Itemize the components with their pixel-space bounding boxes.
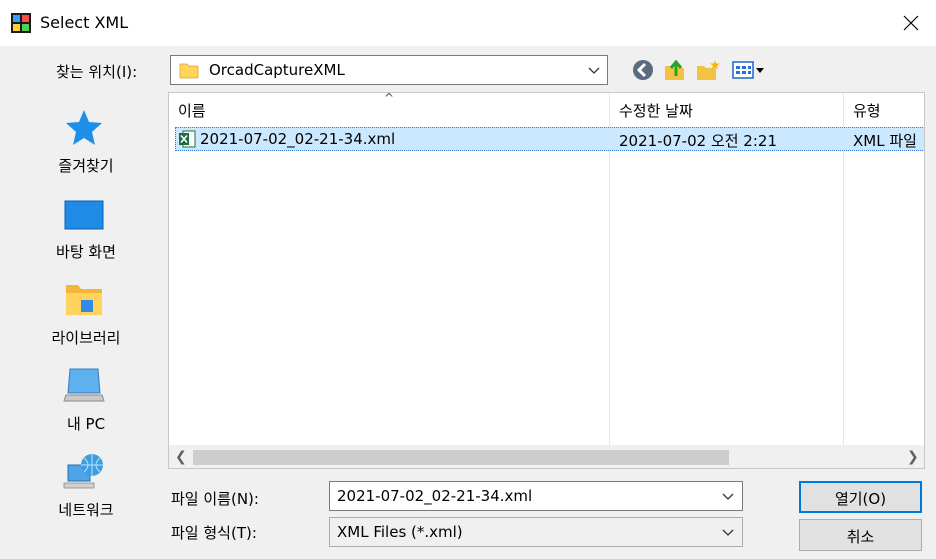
place-label: 내 PC <box>66 415 106 433</box>
view-menu-icon[interactable] <box>731 56 767 84</box>
scroll-right-icon[interactable]: ❯ <box>907 449 919 465</box>
scroll-left-icon[interactable]: ❮ <box>175 449 187 465</box>
sort-ascending-icon: ^ <box>384 92 395 105</box>
look-in-value: OrcadCaptureXML <box>209 61 345 79</box>
favorites-star-icon <box>66 110 102 145</box>
file-name-label: 파일 이름(N): <box>171 490 259 508</box>
column-header-date[interactable]: 수정한 날짜 <box>610 93 843 125</box>
places-bar: 즐겨찾기 바탕 화면 라이브러리 내 PC 네트워크 <box>12 95 160 545</box>
file-date-cell: 2021-07-02 오전 2:21 <box>619 132 777 150</box>
place-label: 즐겨찾기 <box>58 157 114 175</box>
file-name-value: 2021-07-02_02-21-34.xml <box>337 487 533 505</box>
up-folder-icon[interactable] <box>661 56 689 84</box>
chevron-down-icon[interactable] <box>722 491 734 501</box>
file-name-input[interactable]: 2021-07-02_02-21-34.xml <box>329 481 743 511</box>
folder-icon <box>179 63 199 79</box>
place-desktop[interactable]: 바탕 화면 <box>12 187 160 271</box>
chevron-down-icon[interactable] <box>722 527 734 537</box>
look-in-label: 찾는 위치(I): <box>56 63 138 81</box>
column-header-type[interactable]: 유형 <box>844 93 924 125</box>
scrollbar-thumb[interactable] <box>193 450 729 465</box>
file-type-select[interactable]: XML Files (*.xml) <box>329 517 743 547</box>
open-button[interactable]: 열기(O) <box>799 481 922 513</box>
libraries-icon <box>66 285 102 315</box>
place-label: 네트워크 <box>58 501 114 519</box>
close-icon[interactable] <box>895 8 927 38</box>
back-icon[interactable] <box>629 56 657 84</box>
file-type-label: 파일 형식(T): <box>171 524 257 542</box>
this-pc-icon <box>63 368 105 402</box>
place-label: 라이브러리 <box>51 329 121 347</box>
file-type-value: XML Files (*.xml) <box>337 523 463 541</box>
file-list[interactable]: 이름 ^ 수정한 날짜 유형 2021-07-02_02-21-34.xml 2… <box>168 92 925 469</box>
chevron-down-icon[interactable] <box>588 65 600 75</box>
excel-xml-file-icon <box>179 130 196 148</box>
new-folder-icon[interactable] <box>694 56 722 84</box>
file-type-cell: XML 파일 <box>853 132 917 150</box>
place-label: 바탕 화면 <box>56 243 116 261</box>
window-title: Select XML <box>40 13 129 32</box>
table-row[interactable]: 2021-07-02_02-21-34.xml 2021-07-02 오전 2:… <box>175 127 924 151</box>
cancel-button[interactable]: 취소 <box>799 519 922 551</box>
desktop-icon <box>64 200 104 230</box>
title-bar: Select XML <box>0 0 936 46</box>
app-icon <box>11 13 31 33</box>
place-libraries[interactable]: 라이브러리 <box>12 273 160 357</box>
file-name-cell: 2021-07-02_02-21-34.xml <box>200 130 396 148</box>
place-network[interactable]: 네트워크 <box>12 445 160 529</box>
horizontal-scrollbar[interactable]: ❮ ❯ <box>169 445 924 468</box>
place-favorites[interactable]: 즐겨찾기 <box>12 101 160 185</box>
place-this-pc[interactable]: 내 PC <box>12 359 160 443</box>
look-in-combo[interactable]: OrcadCaptureXML <box>170 55 608 85</box>
network-icon <box>63 454 103 489</box>
